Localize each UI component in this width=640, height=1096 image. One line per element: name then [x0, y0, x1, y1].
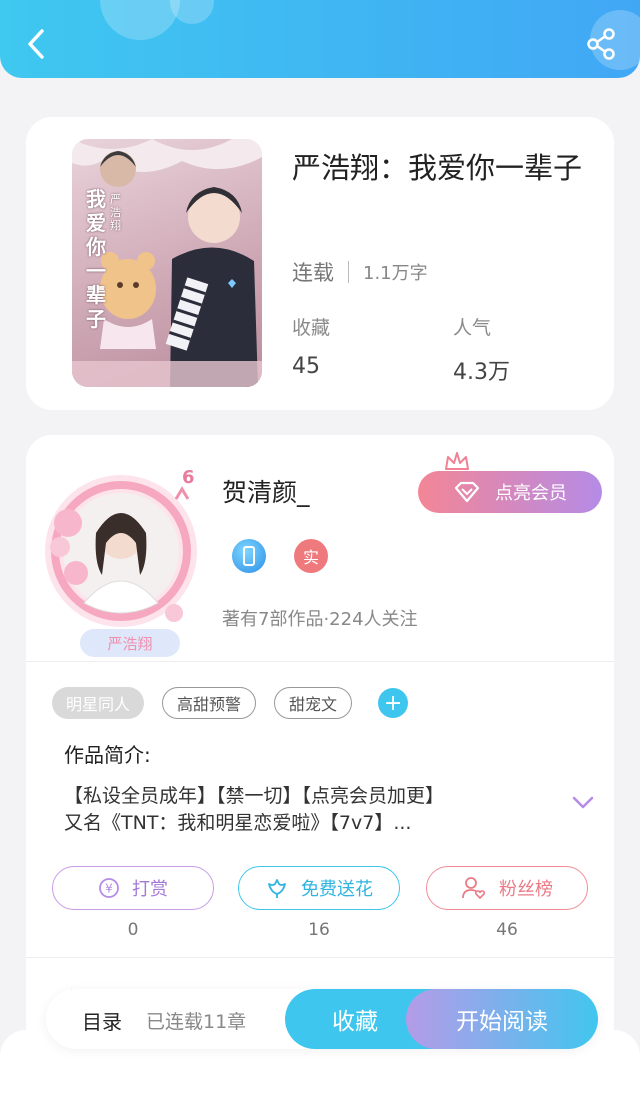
favorite-label: 收藏 [332, 1009, 378, 1035]
favorites-value: 45 [292, 354, 320, 379]
fan-ranking-button[interactable]: 粉丝榜 [426, 866, 588, 910]
fans-label: 粉丝榜 [499, 879, 553, 900]
plus-icon: + [383, 690, 403, 716]
flower-icon [265, 876, 289, 900]
toc-button[interactable]: 目录 [82, 1006, 122, 1035]
add-tag-button[interactable]: + [378, 688, 409, 718]
real-name-badge: 实 [294, 539, 328, 573]
user-heart-icon [461, 876, 487, 900]
tip-count: 0 [127, 920, 139, 940]
chevron-down-icon [572, 796, 594, 809]
share-button[interactable] [584, 26, 618, 62]
top-bar [0, 0, 640, 78]
tag-item[interactable]: 高甜预警 [162, 687, 257, 719]
author-level: 6 [182, 467, 195, 488]
author-avatar[interactable]: 6 严浩翔 [36, 463, 206, 663]
book-title: 严浩翔：我爱你一辈子 [292, 151, 583, 185]
tag-item[interactable]: 甜宠文 [274, 687, 353, 719]
flower-label: 免费送花 [301, 879, 373, 900]
book-status-row: 连载 1.1万字 [292, 257, 428, 287]
cover-title-text: 我爱你一辈子 [86, 187, 106, 331]
intro-text: 【私设全员成年】【禁一切】【点亮会员加更】 又名《TNT：我和明星恋爱啦》【7v… [64, 783, 534, 837]
divider [26, 661, 614, 662]
svg-text:¥: ¥ [105, 882, 113, 896]
send-flower-button[interactable]: 免费送花 [238, 866, 400, 910]
tag-item[interactable]: 明星同人 [52, 687, 145, 719]
decor-bubble [100, 0, 180, 40]
expand-intro-button[interactable] [572, 795, 594, 814]
favorites-stat: 收藏 45 [292, 313, 330, 379]
chevron-left-icon [28, 29, 44, 59]
start-reading-label: 开始阅读 [456, 1009, 548, 1035]
start-reading-button[interactable]: 开始阅读 [406, 989, 598, 1049]
bottom-action-bar: 目录 已连载11章 收藏 开始阅读 [46, 989, 598, 1049]
phone-verified-badge [232, 539, 266, 573]
popularity-label: 人气 [453, 317, 492, 339]
tag-list: 明星同人 高甜预警 甜宠文 + [52, 687, 409, 719]
book-cover[interactable]: 我爱你一辈子 严浩翔 [72, 139, 262, 387]
decor-bubble [170, 0, 214, 24]
flower-count: 16 [308, 920, 330, 940]
popularity-stat: 人气 4.3万 [453, 313, 510, 386]
intro-label: 作品简介: [64, 743, 151, 767]
chapter-count: 已连载11章 [146, 1011, 247, 1033]
divider [26, 957, 614, 958]
share-icon [587, 28, 615, 60]
cover-side-text: 严浩翔 [110, 193, 121, 232]
vip-label: 点亮会员 [495, 483, 567, 504]
favorites-label: 收藏 [292, 317, 331, 339]
fans-count: 46 [496, 920, 518, 940]
avatar-tag: 严浩翔 [80, 629, 180, 657]
divider [348, 261, 349, 283]
vip-button[interactable]: 点亮会员 [418, 471, 602, 513]
popularity-value: 4.3万 [453, 360, 510, 385]
intro-line: 又名《TNT：我和明星恋爱啦》【7v7】... [64, 812, 412, 834]
author-name[interactable]: 贺清颜_ [222, 473, 310, 509]
diamond-icon [454, 481, 480, 503]
back-button[interactable] [20, 24, 52, 64]
author-meta: 著有7部作品·224人关注 [222, 609, 418, 630]
phone-icon [243, 546, 255, 566]
tip-button[interactable]: ¥ 打赏 [52, 866, 214, 910]
word-count: 1.1万字 [363, 263, 428, 284]
tip-label: 打赏 [132, 879, 168, 900]
serial-status: 连载 [292, 261, 334, 285]
crown-icon [445, 452, 469, 470]
intro-line: 【私设全员成年】【禁一切】【点亮会员加更】 [64, 785, 445, 807]
book-info-card: 我爱你一辈子 严浩翔 严浩翔：我爱你一辈子 连载 1.1万字 收藏 45 人气 … [26, 117, 614, 410]
yen-icon: ¥ [98, 877, 120, 899]
